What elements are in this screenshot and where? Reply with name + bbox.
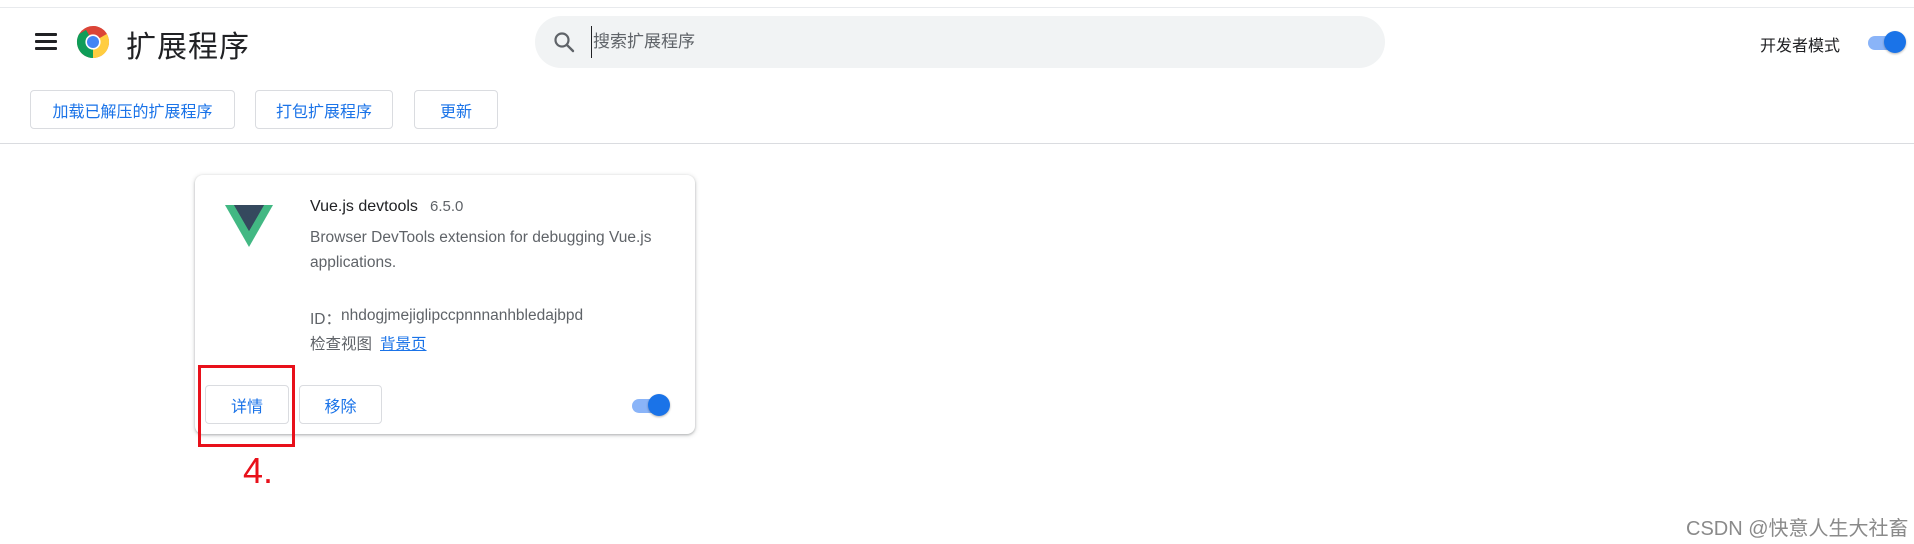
load-unpacked-button[interactable]: 加载已解压的扩展程序 [30, 90, 235, 129]
extension-id-label: ID： [310, 311, 342, 328]
search-input[interactable] [591, 26, 1361, 58]
background-page-link[interactable]: 背景页 [380, 332, 427, 354]
vue-logo-icon [225, 205, 273, 247]
inspect-views-label: 检查视图 [310, 336, 373, 353]
watermark: CSDN @快意人生大社畜 [1686, 518, 1909, 540]
extension-version: 6.5.0 [430, 198, 464, 215]
chrome-logo-icon [76, 25, 110, 59]
extension-id: nhdogjmejiglipccpnnnanhbledajbpd [341, 307, 584, 324]
page-title: 扩展程序 [126, 31, 250, 64]
toolbar-divider [0, 143, 1914, 144]
annotation-step-label: 4. [243, 450, 274, 491]
search-box[interactable] [535, 16, 1385, 68]
remove-button[interactable]: 移除 [299, 385, 382, 424]
search-icon [554, 32, 575, 53]
extension-name: Vue.js devtools [310, 198, 418, 215]
pack-extension-button[interactable]: 打包扩展程序 [255, 90, 393, 129]
top-border [0, 7, 1914, 8]
hamburger-menu-icon[interactable] [30, 28, 62, 56]
extension-enable-toggle[interactable] [630, 394, 670, 416]
update-button[interactable]: 更新 [414, 90, 498, 129]
developer-mode-toggle[interactable] [1866, 31, 1906, 53]
extension-description: Browser DevTools extension for debugging… [310, 229, 652, 271]
annotation-highlight-box [198, 365, 295, 447]
developer-mode-label: 开发者模式 [1760, 38, 1841, 55]
